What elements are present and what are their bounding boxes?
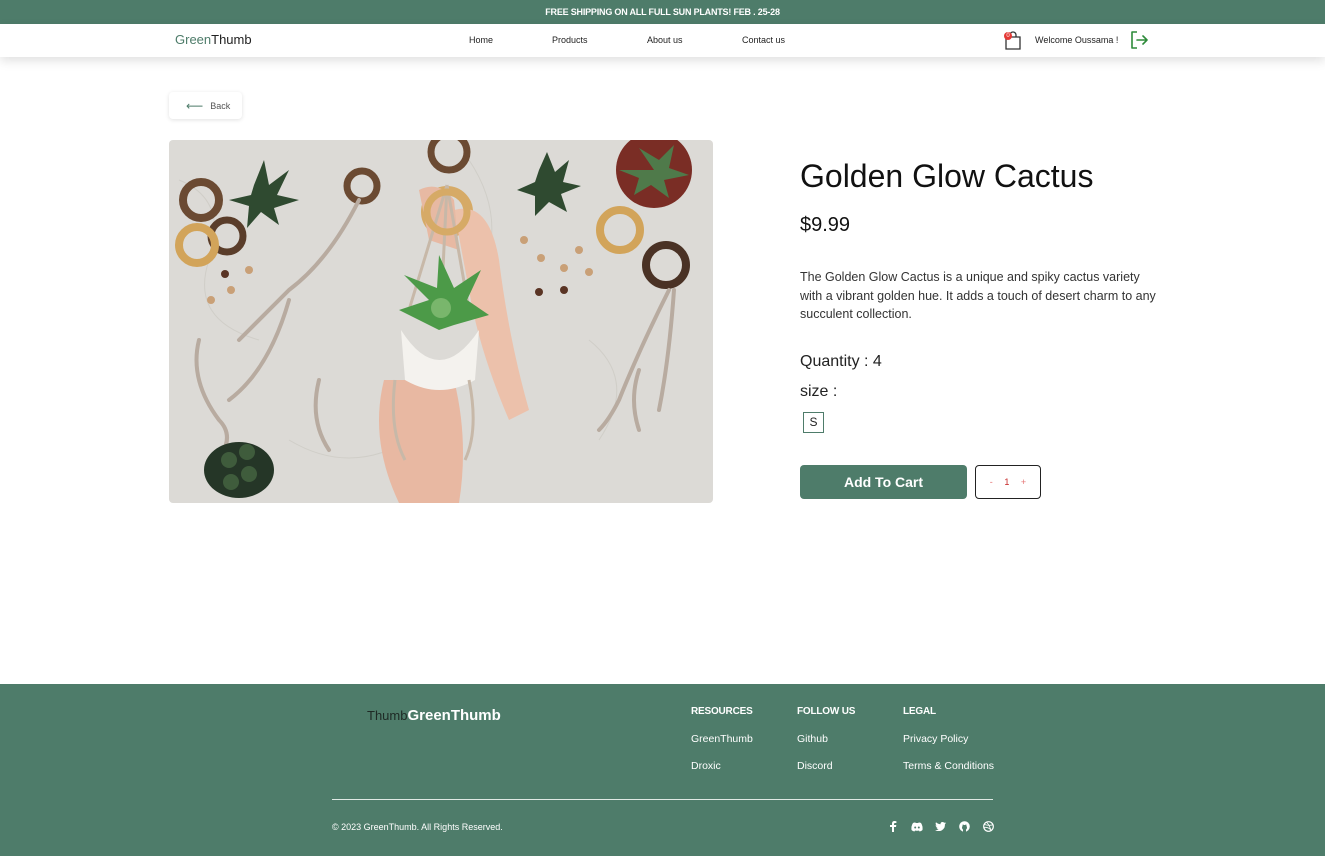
decrement-button[interactable]: - [990, 477, 993, 487]
footer-col-title: RESOURCES [691, 706, 753, 717]
nav-home[interactable]: Home [469, 35, 493, 45]
footer-logo-thumb: Thumb [367, 708, 408, 723]
facebook-icon[interactable] [886, 820, 899, 833]
discord-icon[interactable] [910, 820, 923, 833]
size-option-s[interactable]: S [803, 412, 824, 433]
size-label: size : [800, 383, 838, 400]
footer-col-title: FOLLOW US [797, 706, 856, 717]
footer-link-greenthumb[interactable]: GreenThumb [691, 733, 753, 745]
product-description: The Golden Glow Cactus is a unique and s… [800, 270, 1156, 321]
footer-col-resources: RESOURCES GreenThumb Droxic [691, 706, 753, 787]
logo-thumb: Thumb [211, 32, 252, 47]
footer-logo[interactable]: ThumbGreenThumb [367, 707, 501, 724]
logo-green: Green [175, 32, 212, 47]
product-image [169, 140, 713, 503]
back-label: Back [210, 100, 231, 111]
quantity-stepper: - 1 + [975, 465, 1041, 499]
footer-link-discord[interactable]: Discord [797, 760, 855, 772]
footer-logo-brand: GreenThumb [407, 707, 501, 724]
promo-banner: FREE SHIPPING ON ALL FULL SUN PLANTS! FE… [0, 0, 1325, 24]
site-logo[interactable]: GreenThumb [175, 32, 252, 47]
footer: ThumbGreenThumb RESOURCES GreenThumb Dro… [0, 684, 1325, 856]
logout-button[interactable] [1129, 30, 1149, 50]
back-button[interactable]: ⟵ Back [169, 92, 242, 119]
increment-button[interactable]: + [1021, 477, 1026, 487]
product-title: Golden Glow Cactus [800, 158, 1094, 194]
nav-about[interactable]: About us [647, 35, 683, 45]
quantity-label: Quantity : 4 [800, 353, 882, 370]
add-to-cart-button[interactable]: Add To Cart [800, 465, 967, 499]
twitter-icon[interactable] [934, 820, 947, 833]
footer-col-title: LEGAL [903, 706, 936, 717]
logout-icon [1131, 31, 1148, 49]
cart-count-badge: 0 [1004, 32, 1012, 40]
footer-link-github[interactable]: Github [797, 733, 855, 745]
github-icon[interactable] [958, 820, 971, 833]
nav-products[interactable]: Products [552, 35, 588, 45]
product-price: $9.99 [800, 214, 851, 236]
welcome-text: Welcome Oussama ! [1035, 35, 1119, 45]
arrow-left-icon: ⟵ [186, 98, 204, 113]
navbar: GreenThumb Home Products About us Contac… [0, 24, 1325, 57]
cart-button[interactable]: 0 [1004, 31, 1022, 51]
copyright-text: © 2023 GreenThumb. All Rights Reserved. [332, 822, 503, 832]
footer-divider [332, 799, 993, 800]
dribbble-icon[interactable] [982, 820, 995, 833]
footer-link-privacy[interactable]: Privacy Policy [903, 733, 994, 745]
footer-col-legal: LEGAL Privacy Policy Terms & Conditions [903, 706, 994, 787]
nav-contact[interactable]: Contact us [742, 35, 785, 45]
social-links [886, 820, 995, 833]
quantity-value[interactable]: 1 [1004, 477, 1009, 487]
footer-col-follow: FOLLOW US Github Discord [797, 706, 855, 787]
footer-link-terms[interactable]: Terms & Conditions [903, 760, 994, 772]
footer-link-droxic[interactable]: Droxic [691, 760, 753, 772]
